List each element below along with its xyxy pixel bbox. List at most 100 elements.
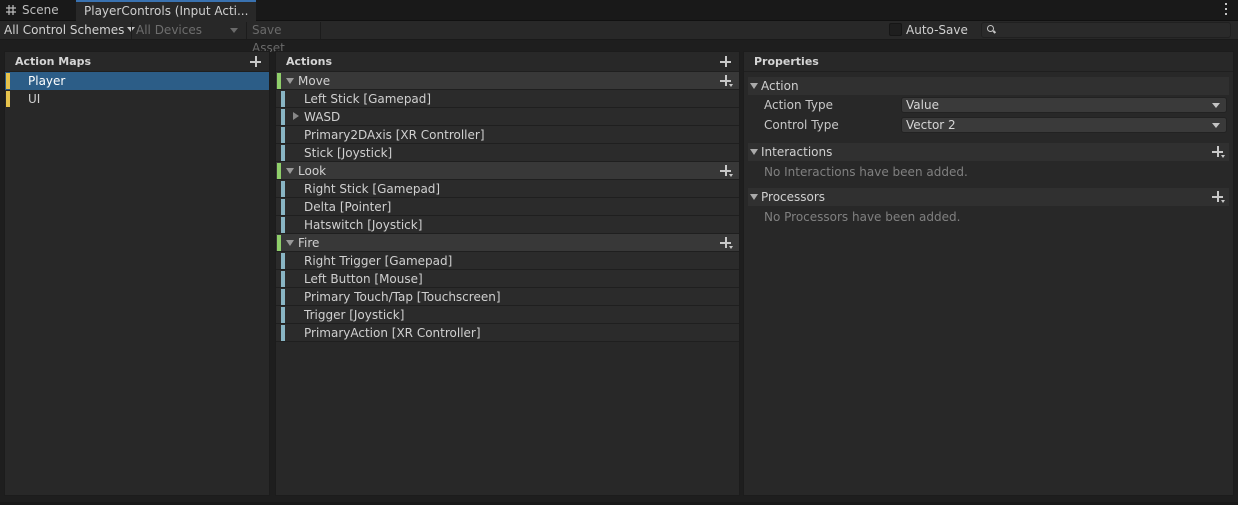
interactions-empty-note: No Interactions have been added. — [764, 165, 968, 179]
action-section-header[interactable]: Action — [748, 77, 1229, 95]
action-fire[interactable]: Fire — [276, 234, 739, 252]
interactions-section-label: Interactions — [761, 145, 833, 159]
add-interaction-icon[interactable] — [1212, 146, 1225, 158]
binding-color-stripe — [281, 217, 285, 233]
binding-label: Stick [Joystick] — [304, 146, 393, 160]
control-type-dropdown[interactable]: Vector 2 — [901, 117, 1227, 133]
chevron-down-icon — [230, 28, 238, 33]
search-icon — [987, 25, 994, 32]
binding-color-stripe — [281, 199, 285, 215]
devices-label: All Devices — [136, 23, 202, 37]
actions-panel: Actions Move Left Stick [Gamepad] WASD P… — [275, 51, 740, 496]
binding-row[interactable]: Hatswitch [Joystick] — [276, 216, 739, 234]
tab-scene[interactable]: Scene — [0, 0, 76, 21]
binding-label: Right Trigger [Gamepad] — [304, 254, 453, 268]
properties-panel: Properties Action Action Type Value Cont… — [743, 51, 1234, 496]
action-label: Move — [298, 74, 331, 88]
devices-dropdown[interactable]: All Devices — [136, 21, 242, 40]
binding-label: WASD — [304, 110, 341, 124]
processors-empty-note: No Processors have been added. — [764, 210, 961, 224]
properties-header: Properties — [744, 52, 1233, 72]
binding-row[interactable]: Right Stick [Gamepad] — [276, 180, 739, 198]
search-input[interactable] — [981, 22, 1231, 38]
actions-title: Actions — [286, 55, 332, 68]
binding-row[interactable]: Stick [Joystick] — [276, 144, 739, 162]
binding-row[interactable]: Trigger [Joystick] — [276, 306, 739, 324]
add-binding-icon[interactable] — [720, 165, 733, 177]
binding-row[interactable]: PrimaryAction [XR Controller] — [276, 324, 739, 342]
binding-color-stripe — [281, 109, 285, 125]
add-binding-icon[interactable] — [720, 237, 733, 249]
binding-label: Left Stick [Gamepad] — [304, 92, 432, 106]
binding-label: Primary2DAxis [XR Controller] — [304, 128, 485, 142]
binding-row[interactable]: Right Trigger [Gamepad] — [276, 252, 739, 270]
control-schemes-label: All Control Schemes — [4, 23, 125, 37]
processors-section-label: Processors — [761, 190, 826, 204]
binding-label: Right Stick [Gamepad] — [304, 182, 441, 196]
collapse-arrow-icon[interactable] — [286, 240, 294, 246]
action-label: Fire — [298, 236, 320, 250]
binding-color-stripe — [281, 289, 285, 305]
expand-arrow-icon[interactable] — [293, 112, 299, 120]
kebab-menu-icon[interactable] — [1224, 3, 1228, 17]
binding-label: Left Button [Mouse] — [304, 272, 423, 286]
interactions-section-header[interactable]: Interactions — [748, 143, 1229, 161]
control-type-row: Control Type Vector 2 — [744, 115, 1233, 135]
collapse-arrow-icon[interactable] — [286, 168, 294, 174]
binding-color-stripe — [281, 307, 285, 323]
tab-player-controls[interactable]: PlayerControls (Input Acti... — [76, 0, 256, 21]
action-color-stripe — [277, 73, 281, 89]
collapse-arrow-icon[interactable] — [750, 83, 758, 89]
binding-label: Trigger [Joystick] — [304, 308, 405, 322]
binding-row[interactable]: Delta [Pointer] — [276, 198, 739, 216]
action-maps-header: Action Maps — [5, 52, 269, 72]
toolbar-divider — [131, 22, 132, 39]
properties-title: Properties — [754, 55, 819, 68]
action-section-label: Action — [761, 79, 799, 93]
action-maps-title: Action Maps — [15, 55, 92, 68]
auto-save-label: Auto-Save — [906, 23, 968, 37]
binding-label: Delta [Pointer] — [304, 200, 392, 214]
add-action-map-icon[interactable] — [250, 56, 261, 67]
binding-row[interactable]: Primary2DAxis [XR Controller] — [276, 126, 739, 144]
processors-section-header[interactable]: Processors — [748, 188, 1229, 206]
action-map-ui[interactable]: UI — [5, 90, 269, 108]
tab-player-controls-label: PlayerControls (Input Acti... — [84, 4, 249, 18]
control-type-value: Vector 2 — [906, 118, 956, 132]
save-asset-button[interactable]: Save Asset — [248, 21, 318, 55]
action-color-stripe — [277, 235, 281, 251]
add-processor-icon[interactable] — [1212, 191, 1225, 203]
action-type-value: Value — [906, 98, 939, 112]
tab-bar: Scene PlayerControls (Input Acti... — [0, 0, 1238, 21]
binding-label: Primary Touch/Tap [Touchscreen] — [304, 290, 501, 304]
action-look[interactable]: Look — [276, 162, 739, 180]
action-maps-panel: Action Maps Player UI — [4, 51, 270, 496]
binding-row-composite[interactable]: WASD — [276, 108, 739, 126]
action-move[interactable]: Move — [276, 72, 739, 90]
control-type-label: Control Type — [764, 118, 839, 132]
action-type-label: Action Type — [764, 98, 833, 112]
auto-save-toggle[interactable]: Auto-Save — [889, 21, 968, 40]
toolbar: All Control Schemes All Devices Save Ass… — [0, 21, 1238, 55]
control-schemes-dropdown[interactable]: All Control Schemes — [4, 21, 136, 40]
binding-row[interactable]: Primary Touch/Tap [Touchscreen] — [276, 288, 739, 306]
map-color-stripe — [6, 73, 10, 89]
toolbar-divider — [320, 22, 321, 39]
binding-label: PrimaryAction [XR Controller] — [304, 326, 481, 340]
binding-row[interactable]: Left Button [Mouse] — [276, 270, 739, 288]
collapse-arrow-icon[interactable] — [750, 194, 758, 200]
auto-save-checkbox[interactable] — [889, 23, 902, 36]
binding-color-stripe — [281, 145, 285, 161]
collapse-arrow-icon[interactable] — [286, 78, 294, 84]
binding-row[interactable]: Left Stick [Gamepad] — [276, 90, 739, 108]
map-color-stripe — [6, 91, 10, 107]
add-binding-icon[interactable] — [720, 75, 733, 87]
action-type-row: Action Type Value — [744, 95, 1233, 115]
binding-label: Hatswitch [Joystick] — [304, 218, 423, 232]
action-map-player[interactable]: Player — [5, 72, 269, 90]
actions-header: Actions — [276, 52, 739, 72]
add-action-icon[interactable] — [720, 56, 731, 67]
binding-color-stripe — [281, 127, 285, 143]
action-type-dropdown[interactable]: Value — [901, 97, 1227, 113]
collapse-arrow-icon[interactable] — [750, 149, 758, 155]
